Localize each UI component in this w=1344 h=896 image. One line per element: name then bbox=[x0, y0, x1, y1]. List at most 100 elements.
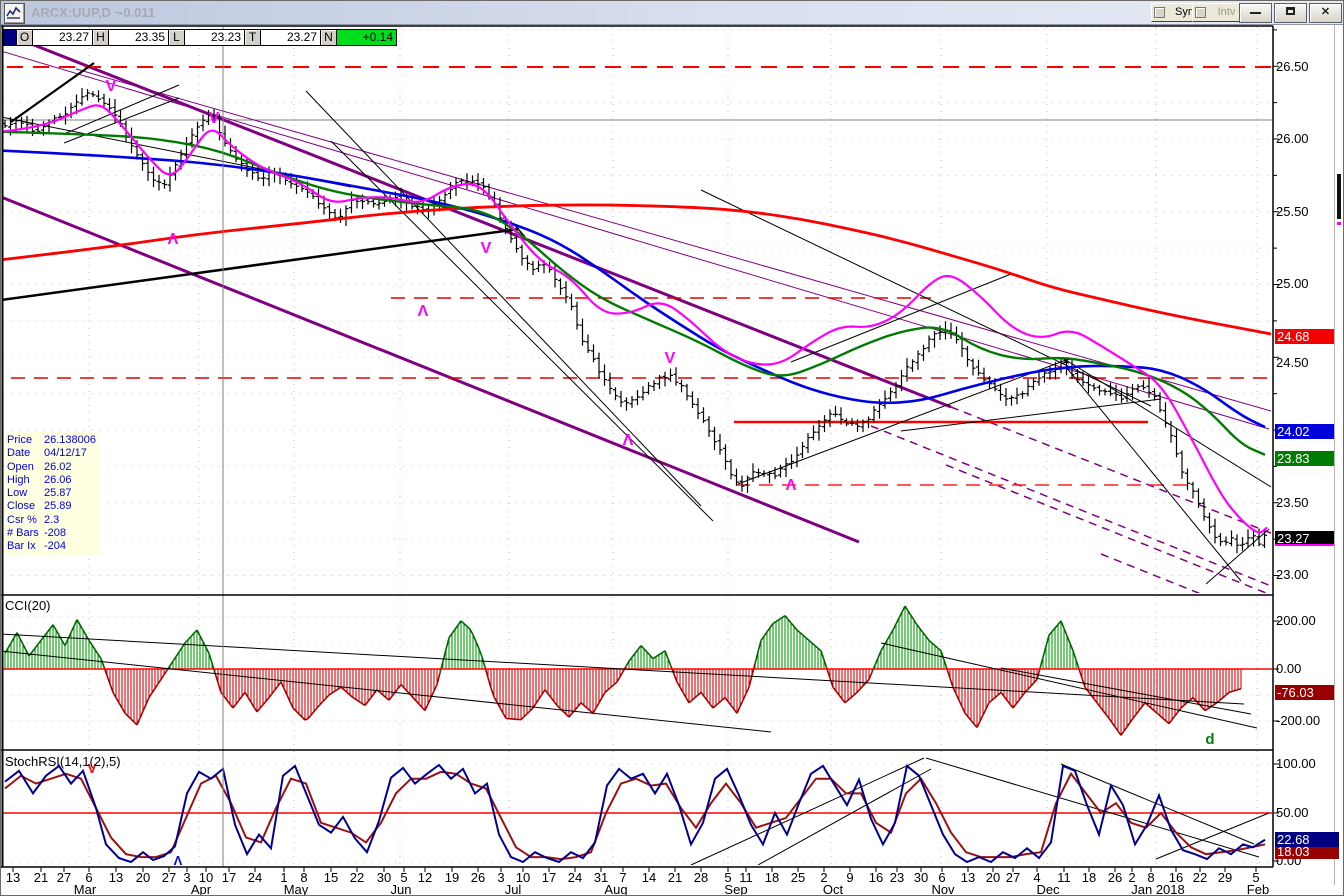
quote-field-label: O bbox=[17, 30, 33, 45]
date-axis-tick: 21 bbox=[33, 870, 49, 885]
quote-field-value: 23.27 bbox=[261, 30, 321, 45]
signal-marker: V bbox=[209, 110, 220, 127]
date-axis-tick: 30 bbox=[913, 870, 929, 885]
info-row: Date 04/12/17 bbox=[7, 447, 87, 460]
date-axis-tick: 17 bbox=[221, 870, 237, 885]
date-axis-tick: 13 bbox=[960, 870, 976, 885]
close-icon: ✕ bbox=[1320, 6, 1331, 18]
cci-axis-tick: -200.00 bbox=[1276, 713, 1321, 728]
stoch-axis-tick: 50.00 bbox=[1276, 805, 1309, 820]
price-flag: 23.27 bbox=[1275, 531, 1339, 546]
signal-marker: × bbox=[1062, 354, 1069, 368]
cci-axis-tick: 0.00 bbox=[1276, 661, 1302, 676]
month-axis-label: Feb bbox=[1246, 882, 1270, 896]
minimize-button[interactable] bbox=[1239, 3, 1272, 23]
signal-marker: Λ bbox=[623, 432, 634, 449]
info-row: Low 25.87 bbox=[7, 487, 72, 500]
close-button[interactable]: ✕ bbox=[1309, 3, 1342, 23]
month-axis-label: Aug bbox=[604, 882, 628, 896]
price-axis-tick: 25.00 bbox=[1276, 276, 1309, 291]
title-bar: ARCX:UUP,D ~ -0.011 Sym Intv ✕ bbox=[1, 1, 1343, 25]
maximize-button[interactable] bbox=[1274, 3, 1307, 23]
chart-canvas[interactable]: VVVVΛΛΛΛ×dVΛ bbox=[1, 1, 1344, 896]
month-axis-label: Dec bbox=[1036, 882, 1060, 896]
signal-marker: Λ bbox=[786, 477, 797, 494]
price-flag: 24.68 bbox=[1275, 329, 1339, 344]
app-window: V V V V Λ Λ Λ Λ × d V Λ ARCX:UUP,D ~ -0.011 Sym Int… bbox=[0, 0, 1344, 896]
stochrsi-indicator-label: StochRSI(14,1(2),5) bbox=[5, 754, 121, 769]
price-axis-tick: 25.50 bbox=[1276, 204, 1309, 219]
month-axis-label: Jan 2018 bbox=[1131, 882, 1185, 896]
date-axis-tick: 20 bbox=[135, 870, 151, 885]
month-axis-label: Jul bbox=[504, 882, 522, 896]
info-row: # Bars -208 bbox=[7, 527, 67, 540]
window-title-change: -0.011 bbox=[119, 5, 156, 20]
sym-button-icon bbox=[1154, 7, 1165, 18]
info-row: Csr % 2.3 bbox=[7, 513, 60, 526]
cci-indicator-label: CCI(20) bbox=[5, 598, 51, 613]
date-axis-tick: 30 bbox=[376, 870, 392, 885]
scrollbar-thumb[interactable] bbox=[1337, 174, 1341, 219]
month-axis-label: Oct bbox=[822, 882, 844, 896]
intv-button-label: Intv bbox=[1217, 6, 1236, 18]
quote-field-label: H bbox=[93, 30, 109, 45]
price-axis-tick: 24.50 bbox=[1276, 355, 1309, 370]
date-axis-tick: 26 bbox=[470, 870, 486, 885]
signal-marker: d bbox=[1205, 731, 1214, 748]
quote-field-value: 23.23 bbox=[185, 30, 245, 45]
date-axis-tick: 20 bbox=[985, 870, 1001, 885]
maximize-icon bbox=[1286, 7, 1295, 15]
info-row: High 26.06 bbox=[7, 473, 72, 486]
month-axis-label: Jun bbox=[390, 882, 412, 896]
month-axis-label: Sep bbox=[724, 882, 748, 896]
month-axis-label: Nov bbox=[931, 882, 955, 896]
date-axis-tick: 21 bbox=[667, 870, 683, 885]
intv-button-icon bbox=[1195, 7, 1206, 18]
minimize-icon bbox=[1250, 12, 1261, 14]
date-axis-tick: 13 bbox=[108, 870, 124, 885]
month-axis-label: Apr bbox=[190, 882, 212, 896]
quote-field-label: T bbox=[245, 30, 261, 45]
cci-axis-tick: 200.00 bbox=[1276, 613, 1316, 628]
crosshair-edge-marker bbox=[1337, 222, 1341, 225]
quote-strip: O 23.27 H 23.35 L 23.23 T 23.27 N +0.14 bbox=[3, 29, 397, 46]
stoch-value-flag: 22.68 bbox=[1275, 832, 1339, 847]
date-axis-tick: 22 bbox=[349, 870, 365, 885]
info-row: Close 25.89 bbox=[7, 500, 72, 513]
price-axis-tick: 26.00 bbox=[1276, 131, 1309, 146]
cursor-info-panel: Price 26.138006 Date 04/12/17 Open 26.02 High 2… bbox=[4, 432, 100, 556]
price-axis-tick: 23.00 bbox=[1276, 567, 1309, 582]
info-row: Price 26.138006 bbox=[7, 434, 96, 446]
date-axis-tick: 24 bbox=[247, 870, 263, 885]
date-axis-tick: 18 bbox=[1081, 870, 1097, 885]
signal-marker: V bbox=[106, 78, 117, 95]
info-row: Bar Ix -204 bbox=[7, 540, 67, 553]
month-axis-label: May bbox=[283, 882, 309, 896]
right-edge-strip bbox=[1334, 25, 1343, 885]
date-axis-tick: 3 bbox=[497, 870, 505, 885]
stoch-axis-tick: 100.00 bbox=[1276, 756, 1316, 771]
price-flag: 23.83 bbox=[1275, 451, 1339, 466]
signal-marker: Λ bbox=[168, 231, 179, 248]
signal-marker: Λ bbox=[418, 303, 429, 320]
cci-value-flag: -76.03 bbox=[1275, 685, 1339, 700]
date-axis-tick: 16 bbox=[868, 870, 884, 885]
date-axis-tick: 23 bbox=[889, 870, 905, 885]
quote-field-value: 23.35 bbox=[109, 30, 169, 45]
quote-field-label: N bbox=[321, 30, 337, 45]
date-axis-tick: 26 bbox=[1107, 870, 1123, 885]
month-axis-label: Mar bbox=[73, 882, 97, 896]
signal-marker: V bbox=[665, 350, 676, 367]
window-title: ARCX:UUP,D ~ bbox=[31, 5, 123, 20]
date-axis-tick: 29 bbox=[1217, 870, 1233, 885]
date-axis-tick: 24 bbox=[567, 870, 583, 885]
date-axis-tick: 14 bbox=[641, 870, 657, 885]
date-axis-tick: 28 bbox=[693, 870, 709, 885]
date-axis-tick: 15 bbox=[323, 870, 339, 885]
date-axis-tick: 12 bbox=[417, 870, 433, 885]
price-axis-tick: 23.50 bbox=[1276, 495, 1309, 510]
date-axis-tick: 3 bbox=[183, 870, 191, 885]
quote-field-value: 23.27 bbox=[33, 30, 93, 45]
date-axis-tick: 27 bbox=[161, 870, 177, 885]
date-axis-tick: 27 bbox=[56, 870, 72, 885]
